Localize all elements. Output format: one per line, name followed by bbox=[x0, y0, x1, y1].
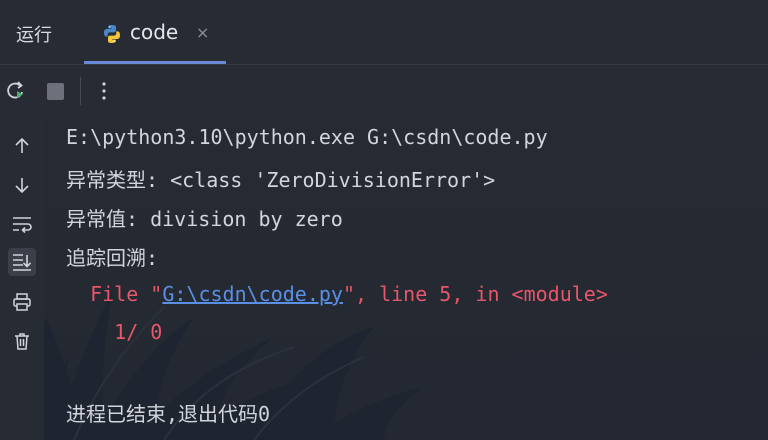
scroll-to-end-icon[interactable] bbox=[8, 248, 36, 276]
tab-code[interactable]: code × bbox=[84, 0, 226, 64]
console-toolbar bbox=[0, 65, 768, 117]
exception-value-line: 异常值: division by zero bbox=[66, 207, 343, 231]
file-link[interactable]: G:\csdn\code.py bbox=[162, 282, 343, 306]
command-line: E:\python3.10\python.exe G:\csdn\code.py bbox=[66, 125, 548, 149]
file-prefix: File " bbox=[66, 282, 163, 306]
arrow-down-icon[interactable] bbox=[8, 171, 36, 199]
tab-active-indicator bbox=[84, 61, 226, 64]
print-icon[interactable] bbox=[8, 288, 36, 316]
exception-type-line: 异常类型: <class 'ZeroDivisionError'> bbox=[66, 168, 496, 192]
close-icon[interactable]: × bbox=[196, 23, 209, 42]
toolbar-divider bbox=[80, 77, 81, 105]
console-side-toolbar bbox=[0, 117, 44, 440]
python-icon bbox=[104, 25, 120, 43]
process-exit-line: 进程已结束,退出代码0 bbox=[66, 402, 271, 426]
soft-wrap-icon[interactable] bbox=[8, 210, 36, 238]
tool-window-header: 运行 code × bbox=[0, 0, 768, 65]
more-vertical-icon[interactable] bbox=[92, 79, 116, 103]
trash-icon[interactable] bbox=[8, 327, 36, 355]
run-tool-window-title: 运行 bbox=[16, 25, 52, 46]
stop-icon[interactable] bbox=[43, 79, 67, 103]
traceback-code-line: 1/ 0 bbox=[66, 320, 163, 344]
traceback-file-line: File "G:\csdn\code.py", line 5, in <modu… bbox=[66, 282, 608, 306]
traceback-header: 追踪回溯: bbox=[66, 246, 159, 270]
tab-label: code bbox=[130, 20, 179, 44]
console-output[interactable]: E:\python3.10\python.exe G:\csdn\code.py… bbox=[44, 117, 768, 440]
file-suffix: ", line 5, in <module> bbox=[342, 282, 608, 306]
rerun-icon[interactable] bbox=[4, 79, 28, 103]
arrow-up-icon[interactable] bbox=[8, 132, 36, 160]
